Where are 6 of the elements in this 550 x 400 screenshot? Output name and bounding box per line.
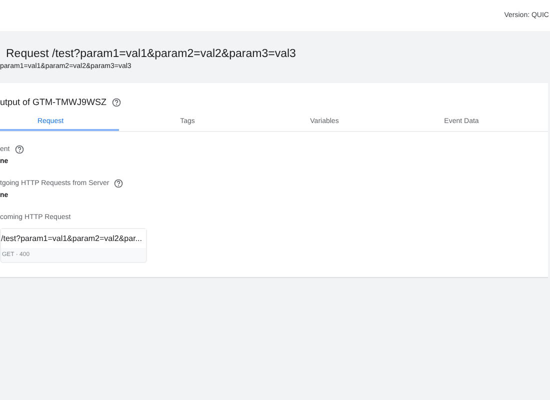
- request-path: /test?param1=val1&param2=val2&par...: [1, 229, 146, 248]
- request-title: Request /test?param1=val1&param2=val2&param3=val3: [6, 48, 297, 60]
- output-title: utput of GTM-TMWJ9WSZ: [0, 97, 107, 107]
- help-icon[interactable]: [114, 178, 124, 188]
- help-icon[interactable]: [14, 144, 24, 154]
- help-icon[interactable]: [112, 98, 121, 106]
